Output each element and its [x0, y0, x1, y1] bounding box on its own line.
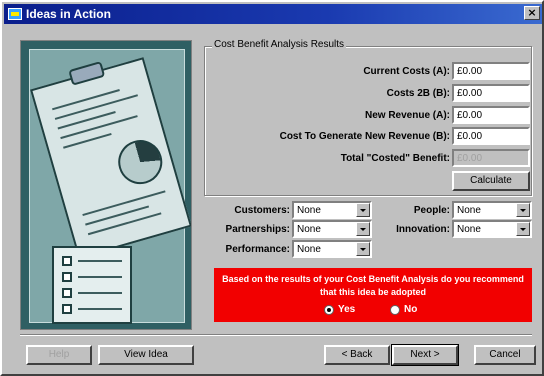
checkbox-graphic [62, 272, 72, 282]
current-costs-field[interactable] [452, 62, 530, 80]
ideas-app-icon [8, 8, 22, 20]
checklist-row [62, 272, 124, 284]
costs-2b-field[interactable] [452, 84, 530, 102]
performance-select-value: None [297, 244, 321, 255]
chevron-down-icon[interactable] [356, 242, 370, 256]
clipboard-illustration [20, 40, 192, 330]
cost-to-generate-label: Cost To Generate New Revenue (B): [279, 131, 450, 142]
performance-label: Performance: [225, 244, 290, 255]
help-button: Help [26, 345, 92, 365]
recommendation-question: Based on the results of your Cost Benefi… [222, 274, 524, 297]
back-button[interactable]: < Back [324, 345, 390, 365]
total-costed-benefit-label: Total "Costed" Benefit: [340, 153, 450, 164]
calculate-button[interactable]: Calculate [452, 171, 530, 191]
partnerships-label: Partnerships: [225, 224, 290, 235]
people-select-value: None [457, 205, 481, 216]
checklist-line [78, 260, 122, 262]
cost-benefit-group-title: Cost Benefit Analysis Results [212, 39, 347, 50]
pie-chart-graphic [113, 134, 168, 190]
customers-select-value: None [297, 205, 321, 216]
checklist-row [62, 304, 124, 316]
no-radio-label: No [404, 304, 418, 315]
no-radio[interactable]: No [390, 304, 417, 315]
checklist-row [62, 256, 124, 268]
checklist-line [78, 308, 122, 310]
total-costed-benefit-field [452, 149, 530, 167]
next-button[interactable]: Next > [391, 344, 459, 366]
footer-separator [20, 334, 532, 336]
chevron-down-icon[interactable] [356, 222, 370, 236]
document-line [85, 205, 150, 226]
innovation-select[interactable]: None [452, 220, 532, 238]
checklist-line [78, 292, 122, 294]
document-line [87, 212, 162, 236]
partnerships-select-value: None [297, 224, 321, 235]
yes-radio[interactable]: Yes [324, 304, 355, 315]
new-revenue-label: New Revenue (A): [364, 110, 450, 121]
innovation-label: Innovation: [396, 224, 450, 235]
people-select[interactable]: None [452, 201, 532, 219]
checkbox-graphic [62, 256, 72, 266]
document-line [52, 89, 120, 111]
clipboard-graphic [30, 57, 191, 259]
performance-select[interactable]: None [292, 240, 372, 258]
cost-to-generate-field[interactable] [452, 127, 530, 145]
new-revenue-field[interactable] [452, 106, 530, 124]
chevron-down-icon[interactable] [356, 203, 370, 217]
title-bar[interactable]: Ideas in Action × [4, 4, 542, 24]
chevron-down-icon[interactable] [516, 222, 530, 236]
illustration-frame [29, 49, 191, 324]
customers-label: Customers: [234, 205, 290, 216]
innovation-select-value: None [457, 224, 481, 235]
yes-radio-circle[interactable] [324, 304, 334, 315]
clipboard-clip [68, 61, 106, 86]
checkbox-graphic [62, 304, 72, 314]
checklist-graphic [52, 246, 132, 324]
checklist-row [62, 288, 124, 300]
partnerships-select[interactable]: None [292, 220, 372, 238]
customers-select[interactable]: None [292, 201, 372, 219]
checklist-line [78, 276, 122, 278]
recommendation-panel: Based on the results of your Cost Benefi… [214, 268, 532, 322]
people-label: People: [413, 205, 450, 216]
cancel-button[interactable]: Cancel [474, 345, 536, 365]
chevron-down-icon[interactable] [516, 203, 530, 217]
window-title: Ideas in Action [26, 7, 111, 21]
close-button[interactable]: × [524, 6, 540, 20]
current-costs-label: Current Costs (A): [363, 66, 450, 77]
no-radio-circle[interactable] [390, 304, 400, 315]
yes-radio-label: Yes [338, 304, 356, 315]
checkbox-graphic [62, 288, 72, 298]
view-idea-button[interactable]: View Idea [98, 345, 194, 365]
costs-2b-label: Costs 2B (B): [386, 88, 450, 99]
